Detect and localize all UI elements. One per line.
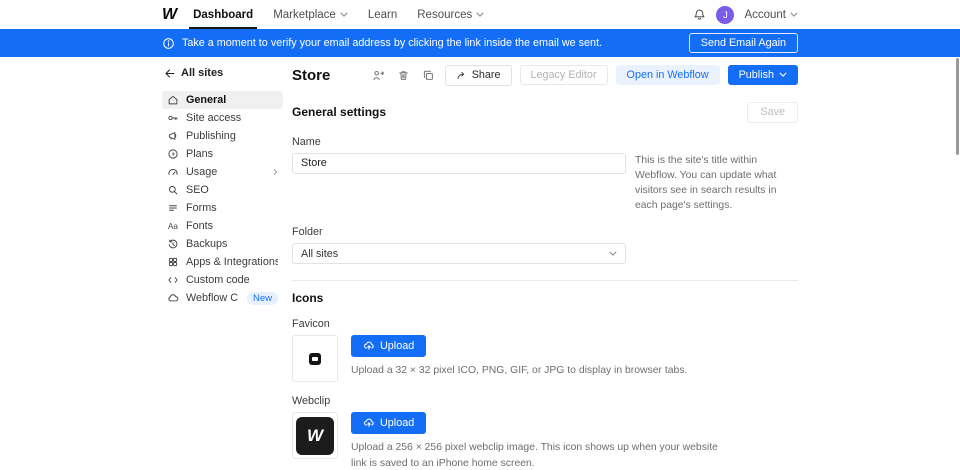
fonts-icon: Aa bbox=[167, 220, 179, 232]
new-badge: New bbox=[247, 292, 278, 305]
webclip-label: Webclip bbox=[292, 395, 798, 407]
megaphone-icon bbox=[167, 130, 179, 142]
folder-label: Folder bbox=[292, 226, 798, 238]
favicon-preview bbox=[292, 335, 338, 382]
settings-sidebar: All sites General Site access Publishing bbox=[162, 63, 283, 470]
publish-button[interactable]: Publish bbox=[728, 65, 798, 86]
folder-select[interactable]: All sites bbox=[292, 243, 626, 264]
chevron-down-icon bbox=[790, 12, 798, 17]
sidebar-item-site-access[interactable]: Site access bbox=[162, 109, 283, 127]
sidebar-item-webflow-cloud[interactable]: Webflow Cloud New bbox=[162, 289, 283, 307]
send-email-again-button[interactable]: Send Email Again bbox=[689, 33, 798, 53]
favicon-help-text: Upload a 32 × 32 pixel ICO, PNG, GIF, or… bbox=[351, 363, 791, 379]
sidebar-item-plans[interactable]: Plans bbox=[162, 145, 283, 163]
trash-icon bbox=[397, 69, 410, 82]
sidebar-item-apps-integrations[interactable]: Apps & Integrations bbox=[162, 253, 283, 271]
open-in-webflow-button[interactable]: Open in Webflow bbox=[616, 65, 720, 86]
svg-text:Aa: Aa bbox=[168, 222, 178, 231]
share-button[interactable]: Share bbox=[445, 65, 512, 86]
duplicate-site-button[interactable] bbox=[420, 67, 437, 84]
nav-item-learn[interactable]: Learn bbox=[368, 0, 397, 29]
chevron-down-icon bbox=[609, 251, 617, 256]
gauge-icon bbox=[167, 166, 179, 178]
legacy-editor-button[interactable]: Legacy Editor bbox=[520, 65, 608, 86]
sidebar-item-backups[interactable]: Backups bbox=[162, 235, 283, 253]
share-icon bbox=[456, 70, 467, 81]
sidebar-item-general[interactable]: General bbox=[162, 91, 283, 109]
name-help-text: This is the site's title within Webflow.… bbox=[635, 153, 798, 213]
webflow-logo[interactable]: W bbox=[162, 7, 177, 23]
nav-item-resources[interactable]: Resources bbox=[417, 0, 484, 29]
upload-cloud-icon bbox=[363, 340, 375, 352]
favicon-upload-button[interactable]: Upload bbox=[351, 335, 426, 357]
delete-site-button[interactable] bbox=[395, 67, 412, 84]
email-verify-banner: Take a moment to verify your email addre… bbox=[0, 29, 960, 57]
sidebar-item-publishing[interactable]: Publishing bbox=[162, 127, 283, 145]
chevron-down-icon bbox=[476, 12, 484, 17]
general-settings-heading: General settings bbox=[292, 105, 386, 119]
favicon-label: Favicon bbox=[292, 318, 798, 330]
page-title: Store bbox=[292, 67, 330, 84]
arrow-left-icon bbox=[164, 68, 175, 79]
duplicate-icon bbox=[422, 69, 435, 82]
settings-content: Store bbox=[292, 63, 798, 470]
sidebar-item-seo[interactable]: SEO bbox=[162, 181, 283, 199]
sidebar-item-fonts[interactable]: Aa Fonts bbox=[162, 217, 283, 235]
grid-icon bbox=[167, 256, 179, 268]
sidebar-item-usage[interactable]: Usage bbox=[162, 163, 283, 181]
icons-heading: Icons bbox=[292, 291, 323, 305]
account-menu[interactable]: Account bbox=[744, 9, 798, 21]
home-icon bbox=[167, 94, 179, 106]
banner-text: Take a moment to verify your email addre… bbox=[182, 37, 602, 49]
chevron-right-icon bbox=[273, 168, 278, 176]
transfer-site-button[interactable] bbox=[370, 67, 387, 84]
bolt-circle-icon bbox=[167, 148, 179, 160]
scrollbar[interactable] bbox=[956, 58, 959, 155]
search-icon bbox=[167, 184, 179, 196]
favicon-image bbox=[309, 353, 321, 365]
nav-item-dashboard[interactable]: Dashboard bbox=[193, 0, 253, 29]
site-name-input[interactable] bbox=[292, 153, 626, 174]
transfer-icon bbox=[372, 69, 385, 82]
sidebar-item-custom-code[interactable]: Custom code bbox=[162, 271, 283, 289]
history-icon bbox=[167, 238, 179, 250]
back-to-all-sites[interactable]: All sites bbox=[162, 63, 283, 83]
name-label: Name bbox=[292, 136, 798, 148]
nav-item-marketplace[interactable]: Marketplace bbox=[273, 0, 348, 29]
webclip-upload-button[interactable]: Upload bbox=[351, 412, 426, 434]
avatar[interactable]: J bbox=[716, 6, 734, 24]
webclip-image: W bbox=[296, 417, 334, 455]
section-divider bbox=[292, 280, 798, 281]
info-icon bbox=[162, 37, 175, 50]
general-save-button[interactable]: Save bbox=[747, 102, 798, 123]
top-navigation: W Dashboard Marketplace Learn Resources bbox=[0, 0, 960, 29]
sidebar-item-forms[interactable]: Forms bbox=[162, 199, 283, 217]
list-icon bbox=[167, 202, 179, 214]
webclip-preview: W bbox=[292, 412, 338, 459]
chevron-down-icon bbox=[779, 72, 787, 77]
bell-icon[interactable] bbox=[693, 8, 706, 21]
chevron-down-icon bbox=[340, 12, 348, 17]
upload-cloud-icon bbox=[363, 417, 375, 429]
code-icon bbox=[167, 274, 179, 286]
webclip-help-text: Upload a 256 × 256 pixel webclip image. … bbox=[351, 440, 723, 470]
key-icon bbox=[167, 112, 179, 124]
cloud-icon bbox=[167, 292, 179, 304]
